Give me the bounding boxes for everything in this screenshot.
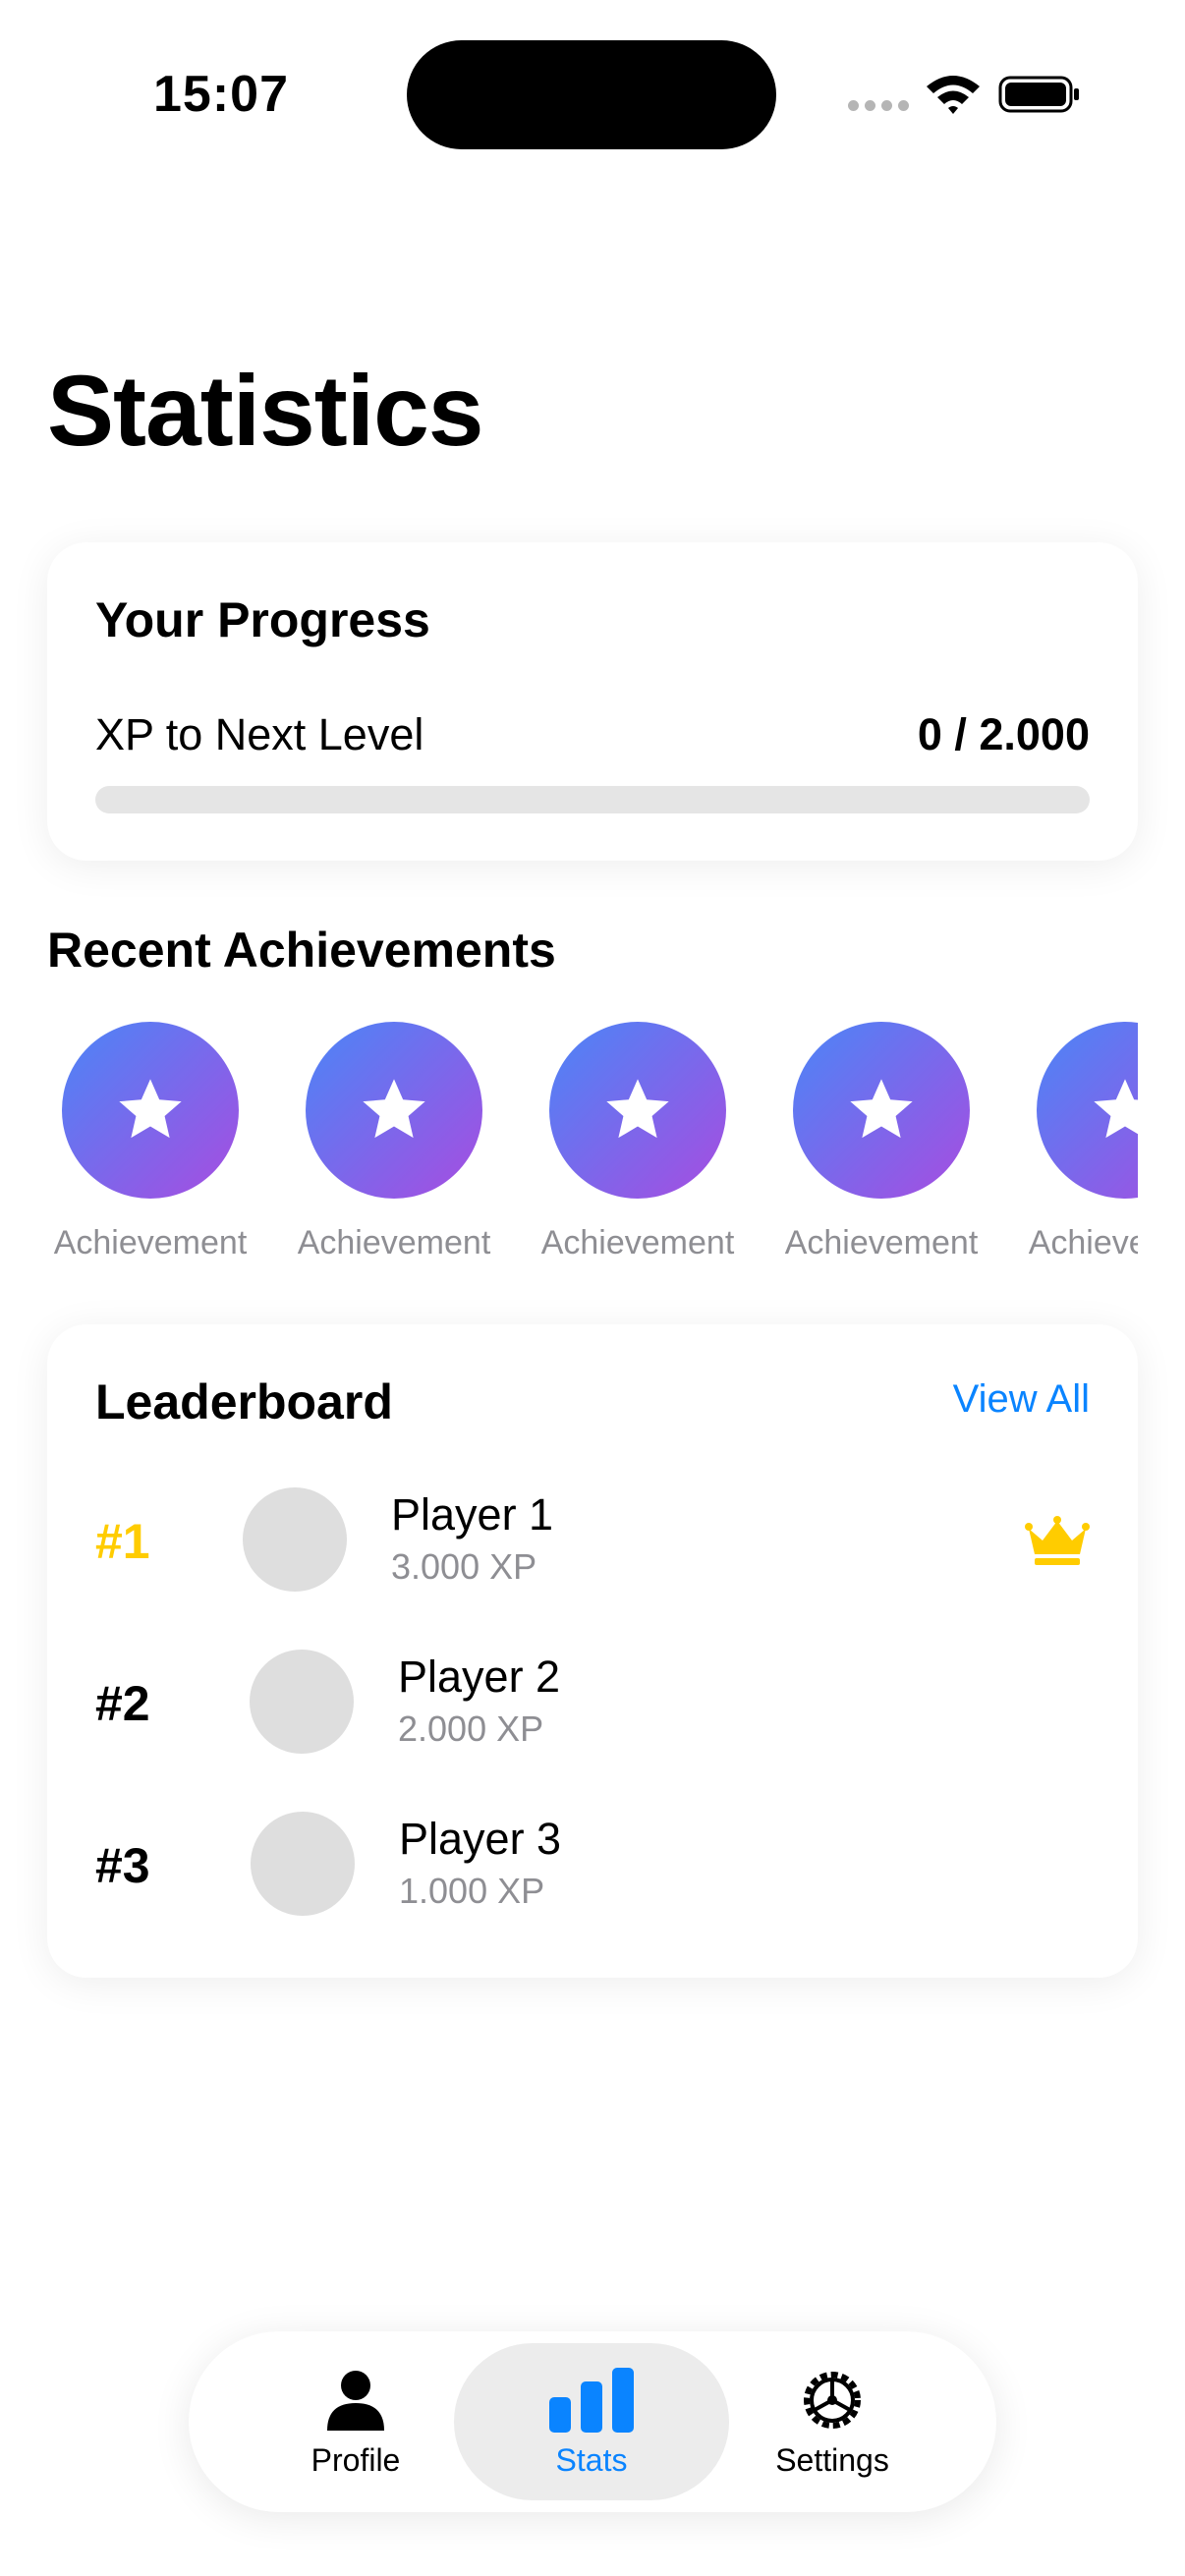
avatar [243,1487,347,1592]
achievement-label: Achievement [540,1224,735,1261]
person-icon [327,2370,384,2431]
achievement-label: Achievement [297,1224,491,1261]
player-rank: #3 [95,1838,150,1893]
leaderboard-card: Leaderboard View All #1 Player 1 3.000 X… [47,1324,1138,1978]
player-xp: 2.000 XP [398,1708,544,1749]
tab-bar: Profile Stats Settings [189,2331,996,2512]
leaderboard-row[interactable]: #2 Player 2 2.000 XP [95,1650,1090,1758]
player-xp: 3.000 XP [391,1546,537,1587]
achievement-label: Achievement [1028,1224,1138,1261]
achievements-carousel[interactable]: Achievement Achievement Achievement Achi… [47,1022,1138,1267]
star-icon [1094,1079,1138,1139]
dynamic-island [407,40,776,149]
achievement-item[interactable]: Achievement [1022,1022,1138,1262]
star-icon [363,1079,425,1139]
player-name: Player 1 [391,1489,554,1540]
progress-title: Your Progress [95,592,430,647]
tab-label: Stats [555,2441,628,2478]
bar-chart-icon [549,2367,634,2433]
achievement-badge [793,1022,970,1199]
achievement-item[interactable]: Achievement [47,1022,254,1262]
avatar [250,1650,354,1754]
wifi-icon [927,76,980,114]
star-icon [850,1079,913,1139]
achievement-badge [549,1022,726,1199]
star-icon [606,1079,669,1139]
achievement-badge [306,1022,482,1199]
tab-label: Settings [775,2441,889,2478]
xp-progress-bar [95,786,1090,813]
battery-icon [998,76,1079,113]
page-title: Statistics [47,355,484,467]
xp-value: 0 / 2.000 [917,709,1090,759]
view-all-link[interactable]: View All [953,1377,1090,1422]
gear-icon [804,2371,861,2429]
player-xp: 1.000 XP [399,1871,545,1911]
status-time: 15:07 [153,66,289,123]
leaderboard-title: Leaderboard [95,1374,393,1429]
cellular-signal-icon [848,100,909,111]
achievement-badge [1037,1022,1138,1199]
player-rank: #2 [95,1676,150,1731]
tab-stats[interactable]: Stats [454,2343,729,2500]
tab-settings[interactable]: Settings [734,2331,931,2512]
player-rank: #1 [95,1514,150,1569]
avatar [251,1812,355,1916]
achievement-item[interactable]: Achievement [291,1022,497,1262]
crown-icon [1025,1516,1090,1565]
leaderboard-row[interactable]: #3 Player 3 1.000 XP [95,1812,1090,1920]
tab-label: Profile [310,2441,401,2478]
progress-card: Your Progress XP to Next Level 0 / 2.000 [47,542,1138,861]
player-name: Player 2 [398,1652,561,1702]
achievement-badge [62,1022,239,1199]
xp-label: XP to Next Level [95,709,424,759]
achievement-label: Achievement [53,1224,248,1261]
achievements-title: Recent Achievements [47,923,556,978]
leaderboard-row[interactable]: #1 Player 1 3.000 XP [95,1487,1090,1596]
tab-profile[interactable]: Profile [257,2331,454,2512]
achievement-label: Achievement [784,1224,979,1261]
achievement-item[interactable]: Achievement [535,1022,741,1262]
star-icon [119,1079,182,1139]
player-name: Player 3 [399,1814,562,1864]
achievement-item[interactable]: Achievement [778,1022,985,1262]
